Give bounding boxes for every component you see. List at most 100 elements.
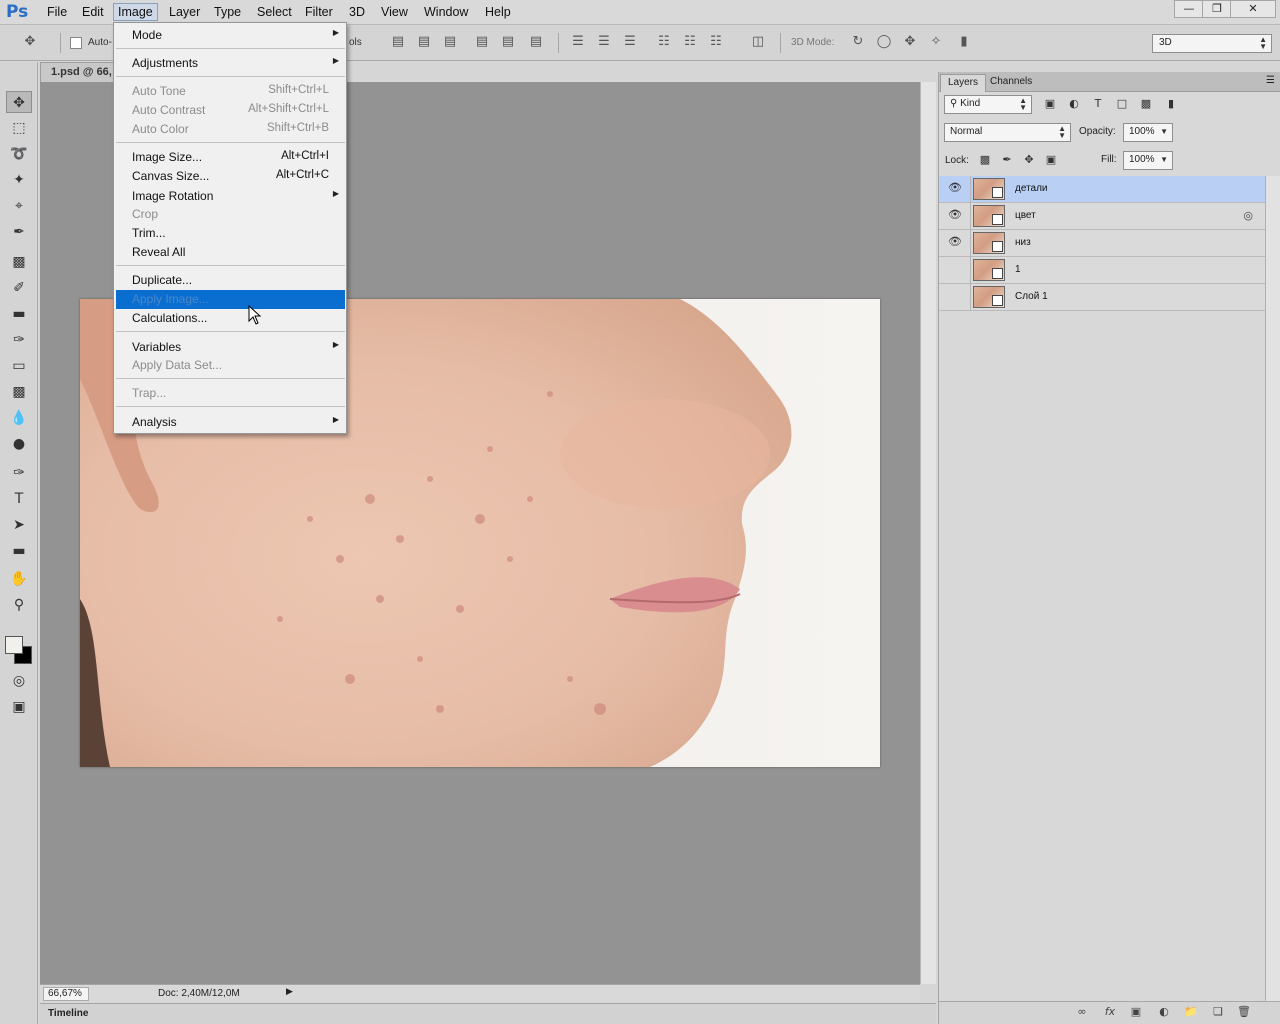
- layer-row[interactable]: Слой 1: [939, 284, 1265, 311]
- brush-tool-icon[interactable]: ✐: [6, 277, 32, 299]
- lock-pixels-icon[interactable]: ✒: [999, 153, 1015, 167]
- filter-shape-icon[interactable]: □: [1114, 97, 1130, 111]
- menu-image[interactable]: Image: [113, 3, 158, 21]
- menu-item-mode[interactable]: Mode ▶: [116, 26, 345, 45]
- 3d-roll-icon[interactable]: ◯: [874, 33, 894, 51]
- menu-item-apply-data-set[interactable]: Apply Data Set...: [116, 356, 345, 375]
- distribute-hcenter-icon[interactable]: ☷: [680, 33, 700, 51]
- distribute-right-icon[interactable]: ☷: [706, 33, 726, 51]
- restore-icon[interactable]: ❐: [1202, 0, 1232, 18]
- align-left-icon[interactable]: ▤: [472, 33, 492, 51]
- menu-item-duplicate[interactable]: Duplicate...: [116, 271, 345, 290]
- auto-select-checkbox[interactable]: [70, 37, 82, 49]
- move-tool-preset-icon[interactable]: ✥: [20, 33, 40, 51]
- link-icon[interactable]: ∞: [1073, 1005, 1091, 1021]
- layer-row[interactable]: 👁 детали: [939, 176, 1265, 203]
- opacity-field[interactable]: 100% ▼: [1123, 123, 1173, 142]
- menu-item-auto-tone[interactable]: Auto Tone Shift+Ctrl+L: [116, 82, 345, 101]
- layer-style-icon[interactable]: ◎: [1243, 209, 1253, 222]
- align-bottom-icon[interactable]: ▤: [440, 33, 460, 51]
- close-icon[interactable]: ✕: [1230, 0, 1276, 18]
- menu-select[interactable]: Select: [253, 4, 296, 22]
- zoom-tool-icon[interactable]: ⚲: [6, 594, 32, 616]
- menu-window[interactable]: Window: [420, 4, 472, 22]
- new-layer-icon[interactable]: ❏: [1209, 1005, 1227, 1021]
- menu-item-trap[interactable]: Trap...: [116, 384, 345, 403]
- menu-item-auto-contrast[interactable]: Auto Contrast Alt+Shift+Ctrl+L: [116, 101, 345, 120]
- distribute-left-icon[interactable]: ☷: [654, 33, 674, 51]
- distribute-vcenter-icon[interactable]: ☰: [594, 33, 614, 51]
- 3d-rotate-icon[interactable]: ↻: [848, 33, 868, 51]
- 3d-scale-icon[interactable]: ▮: [954, 33, 974, 51]
- fill-field[interactable]: 100% ▼: [1123, 151, 1173, 170]
- layer-row[interactable]: 👁 цвет ◎: [939, 203, 1265, 230]
- align-top-icon[interactable]: ▤: [388, 33, 408, 51]
- mask-icon[interactable]: ▣: [1127, 1005, 1145, 1021]
- lock-transparency-icon[interactable]: ▩: [977, 153, 993, 167]
- group-icon[interactable]: 📁: [1182, 1005, 1200, 1021]
- lock-all-icon[interactable]: ▣: [1043, 153, 1059, 167]
- panel-menu-icon[interactable]: ☰: [1266, 75, 1275, 86]
- history-brush-icon[interactable]: ✑: [6, 329, 32, 351]
- menu-help[interactable]: Help: [481, 4, 515, 22]
- quick-mask-icon[interactable]: ◎: [6, 670, 32, 692]
- filter-pixel-icon[interactable]: ▣: [1042, 97, 1058, 111]
- spot-heal-icon[interactable]: ▩: [6, 251, 32, 273]
- menu-view[interactable]: View: [377, 4, 412, 22]
- menu-item-trim[interactable]: Trim...: [116, 224, 345, 243]
- menu-item-adjustments[interactable]: Adjustments ▶: [116, 54, 345, 73]
- zoom-level-field[interactable]: 66,67%: [43, 987, 89, 1001]
- menu-item-analysis[interactable]: Analysis ▶: [116, 413, 345, 432]
- menu-3d[interactable]: 3D: [345, 4, 369, 22]
- menu-item-image-size[interactable]: Image Size... Alt+Ctrl+I: [116, 148, 345, 167]
- distribute-bottom-icon[interactable]: ☰: [620, 33, 640, 51]
- trash-icon[interactable]: 🗑: [1235, 1005, 1253, 1021]
- filter-type-icon[interactable]: T: [1090, 97, 1106, 111]
- workspace-select[interactable]: 3D ▲ ▼: [1152, 34, 1272, 53]
- menu-item-calculations[interactable]: Calculations...: [116, 309, 345, 328]
- distribute-top-icon[interactable]: ☰: [568, 33, 588, 51]
- menu-edit[interactable]: Edit: [78, 4, 108, 22]
- layer-row[interactable]: 👁 низ: [939, 230, 1265, 257]
- crop-tool-icon[interactable]: ⌖: [6, 195, 32, 217]
- lasso-tool-icon[interactable]: ➰: [6, 143, 32, 165]
- hand-tool-icon[interactable]: ✋: [6, 568, 32, 590]
- dodge-icon[interactable]: ●: [6, 433, 32, 455]
- filter-toggle-icon[interactable]: ▮: [1163, 97, 1179, 111]
- visibility-toggle-empty[interactable]: [943, 289, 967, 306]
- align-right-icon[interactable]: ▤: [526, 33, 546, 51]
- rectangle-tool-icon[interactable]: ▬: [6, 540, 32, 562]
- tab-channels[interactable]: Channels: [983, 74, 1039, 92]
- menu-item-canvas-size[interactable]: Canvas Size... Alt+Ctrl+C: [116, 167, 345, 186]
- move-tool-icon[interactable]: ✥: [6, 91, 32, 113]
- filter-smart-object-icon[interactable]: ▩: [1138, 97, 1154, 111]
- eraser-icon[interactable]: ▭: [6, 355, 32, 377]
- document-tab[interactable]: 1.psd @ 66,: [40, 62, 120, 82]
- foreground-color-swatch[interactable]: [5, 636, 23, 654]
- menu-item-variables[interactable]: Variables ▶: [116, 338, 345, 357]
- screen-mode-icon[interactable]: ▣: [6, 696, 32, 718]
- 3d-slide-icon[interactable]: ✧: [926, 33, 946, 51]
- timeline-panel[interactable]: Timeline: [40, 1003, 936, 1024]
- tab-layers[interactable]: Layers: [940, 74, 987, 92]
- align-vcenter-icon[interactable]: ▤: [414, 33, 434, 51]
- layer-filter-select[interactable]: ⚲ Kind ▲ ▼: [944, 95, 1032, 114]
- layer-row[interactable]: 1: [939, 257, 1265, 284]
- path-select-icon[interactable]: ➤: [6, 514, 32, 536]
- menu-filter[interactable]: Filter: [301, 4, 337, 22]
- eyedropper-icon[interactable]: ✒: [6, 221, 32, 243]
- minimize-icon[interactable]: —: [1174, 0, 1204, 18]
- type-tool-icon[interactable]: T: [6, 488, 32, 510]
- blur-icon[interactable]: 💧: [6, 407, 32, 429]
- clone-stamp-icon[interactable]: ▬: [6, 303, 32, 325]
- blend-mode-select[interactable]: Normal ▲ ▼: [944, 123, 1071, 142]
- menu-item-reveal-all[interactable]: Reveal All: [116, 243, 345, 262]
- 3d-pan-icon[interactable]: ✥: [900, 33, 920, 51]
- menu-item-auto-color[interactable]: Auto Color Shift+Ctrl+B: [116, 120, 345, 139]
- vertical-scrollbar[interactable]: [920, 82, 936, 984]
- menu-layer[interactable]: Layer: [165, 4, 204, 22]
- menu-item-image-rotation[interactable]: Image Rotation ▶: [116, 187, 345, 206]
- menu-item-crop[interactable]: Crop: [116, 205, 345, 224]
- align-hcenter-icon[interactable]: ▤: [498, 33, 518, 51]
- layers-scrollbar[interactable]: [1265, 176, 1280, 1001]
